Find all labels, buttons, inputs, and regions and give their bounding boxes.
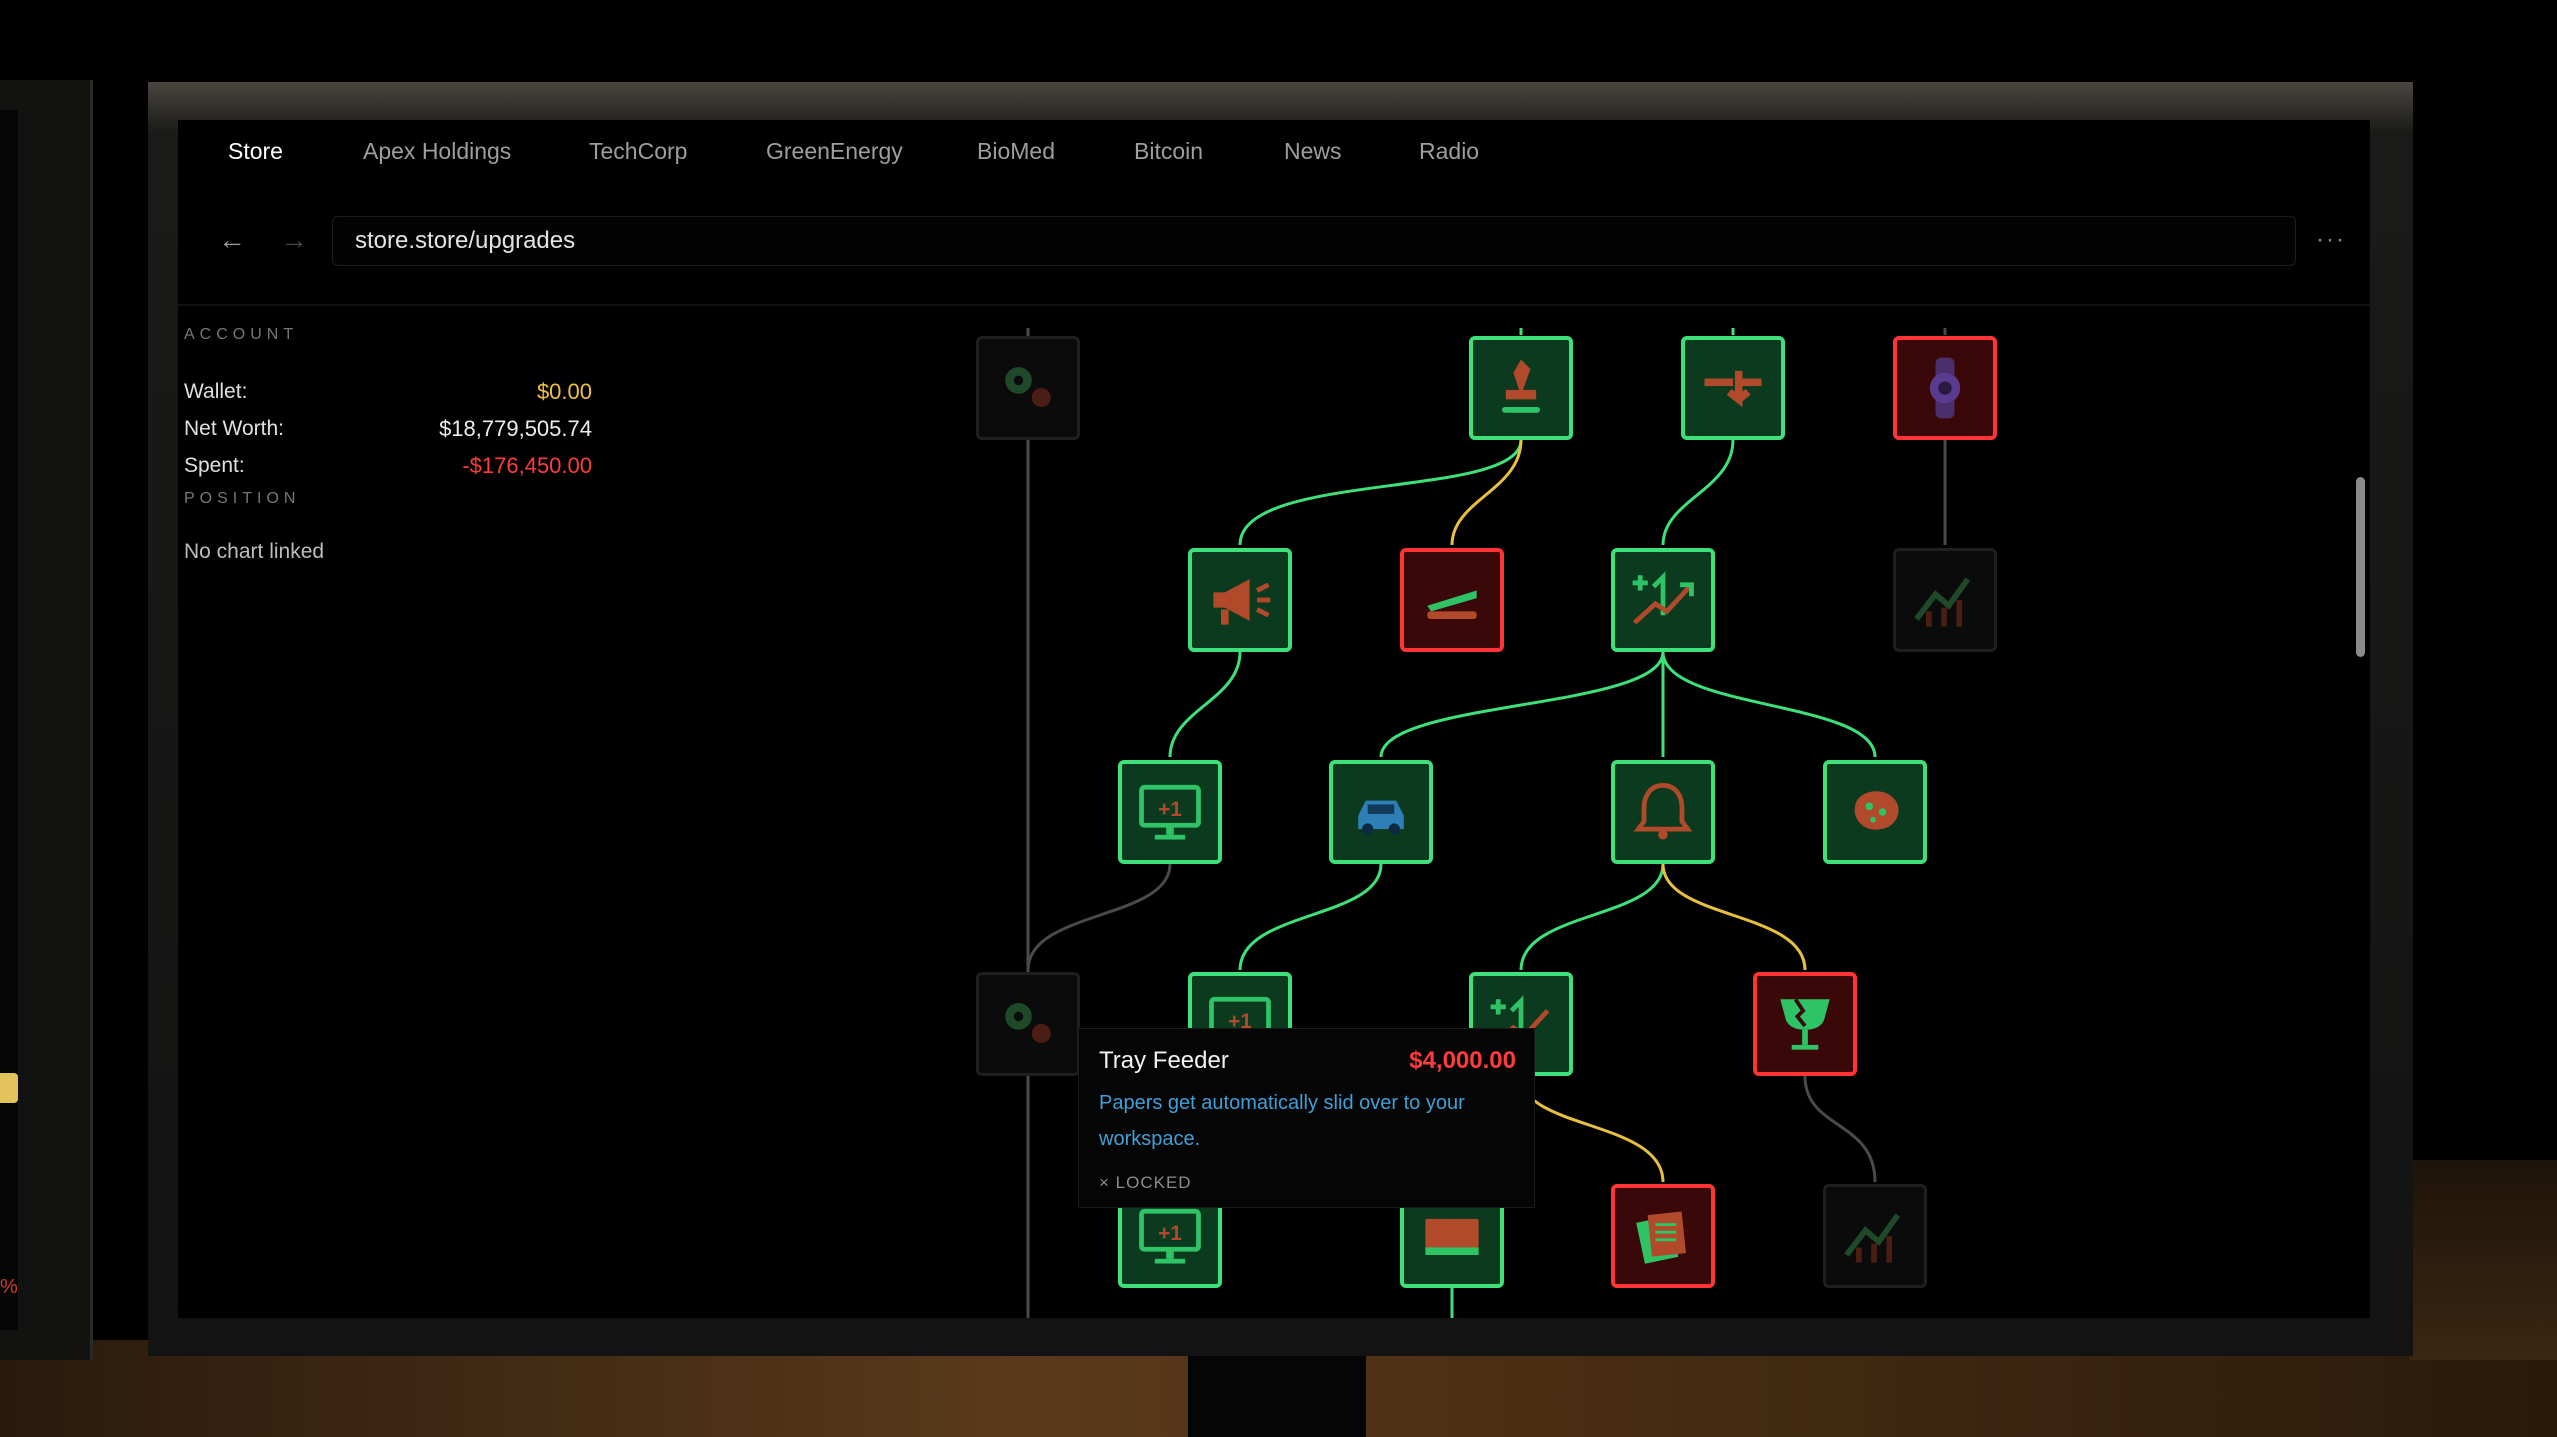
upgrade-node-stocks-plus[interactable] [1611,548,1715,652]
upgrade-node-stapler[interactable] [1400,548,1504,652]
url-input[interactable]: store.store/upgrades [332,216,2296,266]
upgrade-node-bell[interactable] [1611,760,1715,864]
tab-news[interactable]: News [1284,138,1342,165]
monitor-stand [1188,1352,1366,1437]
sponge-icon [1854,791,1899,830]
tooltip-upgrade-price: $4,000.00 [1409,1047,1516,1074]
header-divider [178,304,2370,306]
upgrade-tooltip: Tray Feeder $4,000.00 Papers get automat… [1078,1028,1535,1208]
arrow-split-icon [1704,370,1762,408]
wallet-value: $0.00 [536,379,592,404]
connector [1238,439,1523,546]
tooltip-status-label: LOCKED [1115,1173,1192,1192]
upgrade-node-car[interactable] [1329,760,1433,864]
close-icon: × [1099,1173,1110,1192]
tooltip-upgrade-description: Papers get automatically slid over to yo… [1099,1092,1465,1150]
upgrade-node-monitor-plus-one[interactable]: +1 [1118,760,1222,864]
stocks-plus-icon [1632,571,1694,625]
side-monitor-mark: % [0,1276,18,1298]
tooltip-upgrade-name: Tray Feeder [1099,1047,1229,1074]
tab-apex-holdings[interactable]: Apex Holdings [363,138,511,165]
gears-icon [1005,1003,1051,1043]
room-wall [2410,1160,2557,1360]
connector [1661,863,1807,971]
connector [1450,439,1523,546]
upgrade-node-papers[interactable] [1611,1184,1715,1288]
bar-chart-icon [1844,1213,1901,1263]
svg-text:+1: +1 [1158,1222,1182,1245]
tab-store[interactable]: Store [228,138,283,165]
forward-arrow-icon[interactable]: → [280,224,308,256]
wallet-label: Wallet: [184,380,248,403]
monitor-plus-one-icon: +1 [1139,784,1201,840]
connector [1519,1075,1665,1183]
connector [1168,651,1242,758]
broken-glass-icon [1780,998,1830,1050]
spent-value: -$176,450.00 [462,453,592,478]
gears-icon [1005,367,1051,407]
papers-icon [1636,1211,1686,1264]
connector [1661,651,1877,758]
watch-icon [1929,357,1961,419]
svg-text:+1: +1 [1158,798,1182,821]
connector [1661,439,1735,546]
bar-chart-icon [1914,577,1971,627]
car-icon [1358,800,1404,835]
side-monitor-screen [0,110,18,1330]
connector [1519,863,1665,971]
monitor-plus-one-icon: +1 [1139,1208,1201,1264]
net-worth-label: Net Worth: [184,417,284,440]
stamp-icon [1502,359,1540,413]
tooltip-status: × LOCKED [1099,1173,1192,1193]
scrollbar-thumb[interactable] [2356,477,2365,657]
tab-radio[interactable]: Radio [1419,138,1479,165]
connector [1238,863,1383,971]
position-heading: POSITION [184,490,301,507]
monitor-screen: Store Apex Holdings TechCorp GreenEnergy… [178,120,2370,1318]
upgrade-node-broken-glass[interactable] [1753,972,1857,1076]
net-worth-value: $18,779,505.74 [439,416,592,441]
upgrade-node-chart-locked[interactable] [1893,548,1997,652]
bell-icon [1633,783,1693,840]
connector [1379,651,1665,758]
back-arrow-icon[interactable]: ← [218,224,246,256]
tab-biomed[interactable]: BioMed [977,138,1055,165]
upgrade-node-gears-2[interactable] [976,972,1080,1076]
tab-greenenergy[interactable]: GreenEnergy [766,138,903,165]
upgrade-node-sponge[interactable] [1823,760,1927,864]
tab-bitcoin[interactable]: Bitcoin [1134,138,1203,165]
more-menu-icon[interactable]: ··· [2316,226,2346,254]
upgrade-node-arrow-split[interactable] [1681,336,1785,440]
tab-bar: Store Apex Holdings TechCorp GreenEnergy… [178,120,2370,192]
tab-techcorp[interactable]: TechCorp [589,138,687,165]
position-text: No chart linked [184,540,325,563]
upgrade-node-watch[interactable] [1893,336,1997,440]
upgrade-node-megaphone[interactable] [1188,548,1292,652]
side-monitor-tab[interactable] [0,1073,18,1103]
spent-label: Spent: [184,454,245,477]
stapler-icon [1427,590,1477,619]
connector [1026,863,1172,971]
tray-icon [1425,1218,1479,1255]
upgrade-node-gears[interactable] [976,336,1080,440]
megaphone-icon [1213,579,1271,625]
connector [1803,1075,1877,1183]
upgrade-node-stamp[interactable] [1469,336,1573,440]
account-heading: ACCOUNT [184,326,299,343]
upgrade-node-chart-locked-2[interactable] [1823,1184,1927,1288]
